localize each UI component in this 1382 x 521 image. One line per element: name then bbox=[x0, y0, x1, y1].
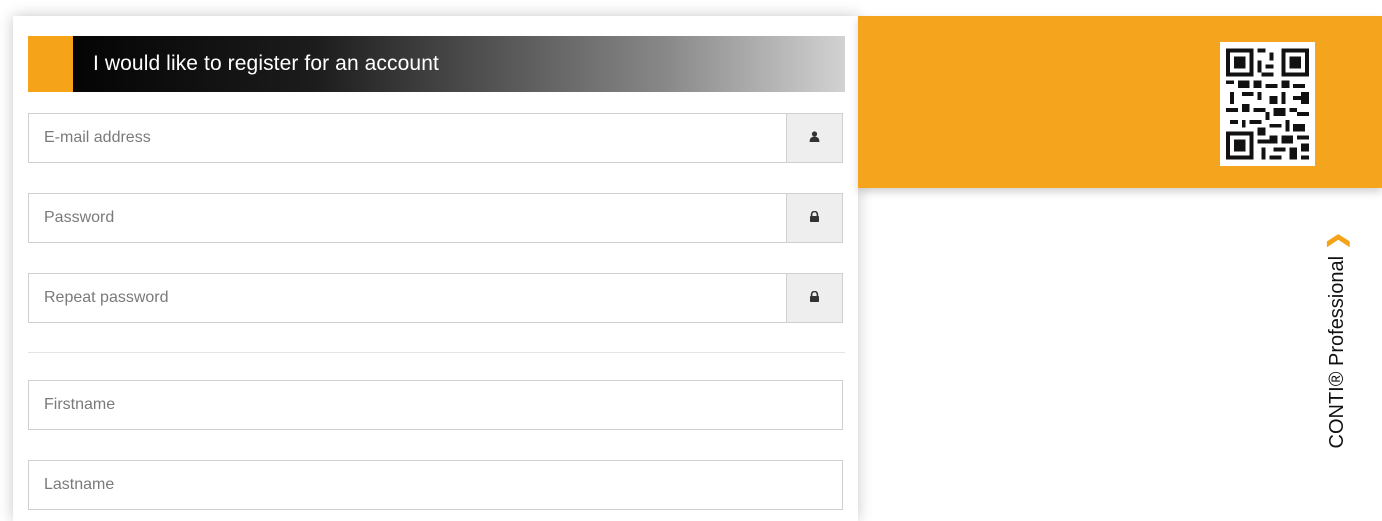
brand-name: CONTI® Professional bbox=[1325, 255, 1348, 449]
form-title: I would like to register for an account bbox=[93, 52, 439, 75]
chevron-up-icon[interactable]: ❯ bbox=[1324, 231, 1350, 249]
password-field[interactable] bbox=[29, 194, 785, 242]
firstname-field-group bbox=[28, 380, 843, 430]
email-field-group bbox=[28, 113, 843, 163]
form-header: I would like to register for an account bbox=[28, 36, 845, 92]
password-addon bbox=[786, 194, 842, 242]
password-field-group bbox=[28, 193, 843, 243]
lock-icon bbox=[809, 289, 820, 307]
registration-card: I would like to register for an account bbox=[13, 16, 858, 521]
lock-icon bbox=[809, 209, 820, 227]
email-field[interactable] bbox=[29, 114, 785, 162]
lastname-field[interactable] bbox=[29, 461, 842, 509]
form-divider bbox=[28, 352, 845, 353]
brand-side-label: CONTI® Professional ❯ bbox=[1324, 231, 1350, 448]
repeat-password-addon bbox=[786, 274, 842, 322]
lastname-field-group bbox=[28, 460, 843, 510]
header-accent-bar bbox=[28, 36, 73, 92]
email-addon bbox=[786, 114, 842, 162]
repeat-password-field-group bbox=[28, 273, 843, 323]
user-icon bbox=[809, 129, 820, 147]
firstname-field[interactable] bbox=[29, 381, 842, 429]
qr-code-icon bbox=[1220, 42, 1315, 166]
repeat-password-field[interactable] bbox=[29, 274, 785, 322]
